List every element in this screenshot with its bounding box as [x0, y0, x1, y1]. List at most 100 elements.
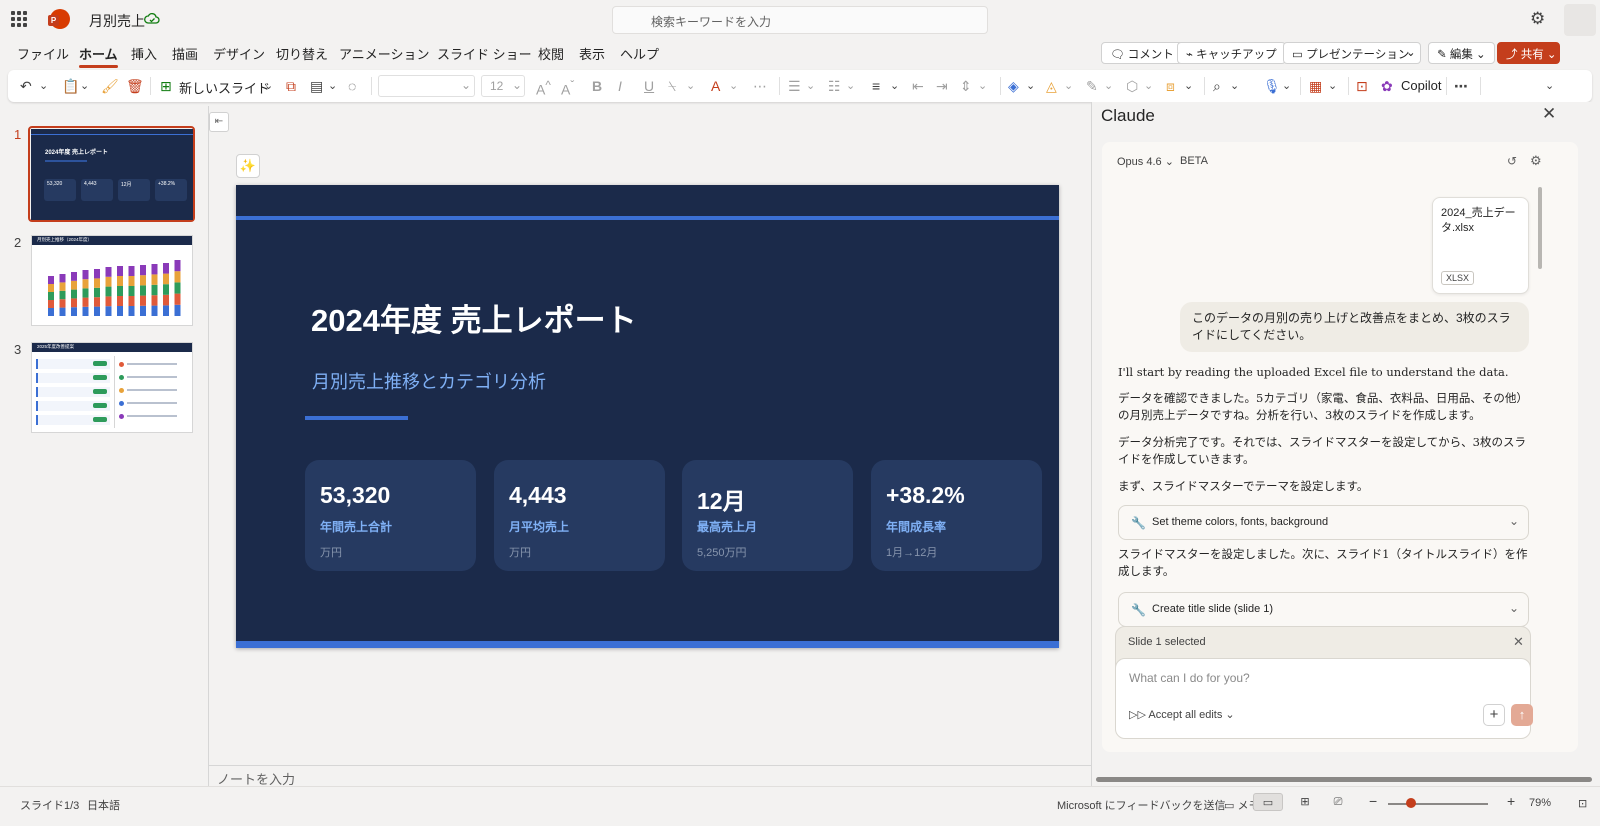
zoom-slider-thumb[interactable] [1406, 798, 1416, 808]
highlight-dropdown-icon[interactable]: ⌄ [686, 77, 695, 95]
app-launcher-icon[interactable] [11, 11, 27, 27]
comment-button[interactable]: 🗨 コメント [1101, 42, 1183, 64]
zoom-out-icon[interactable]: − [1369, 793, 1377, 809]
arrange-icon[interactable]: ⧈ [1166, 77, 1175, 95]
document-title[interactable]: 月別売上 [89, 11, 145, 31]
slide-title[interactable]: 2024年度 売上レポート [311, 295, 637, 340]
underline-icon[interactable]: U [644, 77, 654, 95]
kpi-card[interactable]: +38.2% 年間成長率 1月→12月 [871, 460, 1042, 571]
slide-sorter-view-icon[interactable]: ⊞ [1290, 793, 1320, 811]
more-font-options-icon[interactable]: ⋯ [753, 77, 767, 95]
copilot-button[interactable]: Copilot [1401, 78, 1441, 93]
tab-help[interactable]: ヘルプ [620, 44, 659, 63]
collapse-thumbnails-icon[interactable]: ⇤ [209, 112, 229, 132]
bold-icon[interactable]: B [592, 77, 602, 95]
new-slide-button[interactable]: 新しいスライド [179, 78, 270, 97]
present-button[interactable]: ▭ プレゼンテーション ⌄ [1283, 42, 1421, 64]
shape-outline-dropdown-icon[interactable]: ⌄ [1104, 77, 1113, 95]
shape-effects-dropdown-icon[interactable]: ⌄ [1144, 77, 1153, 95]
line-spacing-icon[interactable]: ⇕ [960, 77, 972, 95]
add-in-dropdown-icon[interactable]: ⌄ [1328, 77, 1337, 95]
feedback-link[interactable]: Microsoft にフィードバックを送信 [1057, 797, 1225, 813]
hide-slide-icon[interactable]: ◌ [348, 77, 356, 95]
tab-slideshow[interactable]: スライド ショー [437, 44, 532, 63]
ribbon-expand-chevron-icon[interactable]: ⌄ [1545, 77, 1554, 95]
zoom-level[interactable]: 79% [1529, 797, 1551, 809]
settings-gear-icon[interactable]: ⚙ [1530, 153, 1542, 169]
numbering-icon[interactable]: ☷ [828, 77, 841, 95]
paste-icon[interactable]: 📋 [62, 77, 79, 95]
chat-scrollbar[interactable] [1538, 187, 1542, 269]
attached-file-card[interactable]: 2024_売上データ.xlsx XLSX [1432, 197, 1529, 294]
search-input[interactable]: 検索キーワードを入力 [612, 6, 988, 34]
tab-home[interactable]: ホーム [79, 44, 118, 68]
copilot-icon[interactable]: ✿ [1381, 77, 1393, 95]
undo-icon[interactable]: ↶ [20, 77, 32, 95]
decrease-font-icon[interactable]: Aˇ [561, 77, 574, 98]
pane-divider[interactable] [208, 106, 209, 786]
font-size-dropdown[interactable]: 12 ⌄ [481, 75, 525, 97]
highlight-icon[interactable]: ⍀ [668, 77, 676, 95]
present-chevron-icon[interactable]: ⌄ [1406, 45, 1416, 59]
font-color-dropdown-icon[interactable]: ⌄ [729, 77, 738, 95]
tool-call-card[interactable]: 🔧 Create title slide (slide 1) ⌄ [1118, 592, 1529, 627]
layout-dropdown-icon[interactable]: ⌄ [328, 77, 337, 95]
slide-subtitle[interactable]: 月別売上推移とカテゴリ分析 [312, 368, 546, 394]
catchup-button[interactable]: ⌁ キャッチアップ [1177, 42, 1286, 64]
designer-sparkle-icon[interactable]: ✨ [236, 154, 260, 178]
tab-design[interactable]: デザイン [213, 44, 265, 63]
tab-animations[interactable]: アニメーション [339, 44, 429, 63]
model-selector[interactable]: Opus 4.6 ⌄ [1117, 155, 1174, 168]
reuse-slide-icon[interactable]: ⧉ [286, 77, 296, 95]
chevron-down-icon[interactable]: ⌄ [1509, 514, 1519, 528]
undo-dropdown-icon[interactable]: ⌄ [39, 77, 48, 95]
avatar[interactable] [1564, 4, 1596, 36]
new-slide-icon[interactable]: ⊞ [160, 77, 172, 95]
dictate-dropdown-icon[interactable]: ⌄ [1282, 77, 1291, 95]
edit-mode-button[interactable]: ✎ 編集 ⌄ [1428, 42, 1495, 64]
shape-effects-icon[interactable]: ⬡ [1126, 77, 1138, 95]
settings-gear-icon[interactable]: ⚙ [1530, 10, 1548, 28]
italic-icon[interactable]: I [618, 77, 622, 95]
font-color-icon[interactable]: A [711, 77, 720, 95]
notes-input[interactable]: ノートを入力 [209, 765, 1091, 787]
designer-icon[interactable]: ⊡ [1356, 77, 1368, 95]
language-status[interactable]: 日本語 [87, 797, 120, 813]
normal-view-icon[interactable]: ▭ [1253, 793, 1283, 811]
shape-fill-dropdown-icon[interactable]: ⌄ [1064, 77, 1073, 95]
slide-thumbnail-2[interactable]: 月別売上推移（2024年度） [31, 235, 193, 326]
accept-all-edits-toggle[interactable]: ▷▷ Accept all edits ⌄ [1129, 708, 1235, 721]
history-icon[interactable]: ↺ [1507, 154, 1517, 168]
paste-dropdown-icon[interactable]: ⌄ [80, 77, 89, 95]
numbering-dropdown-icon[interactable]: ⌄ [846, 77, 855, 95]
delete-icon[interactable]: 🗑 [126, 77, 144, 95]
tab-review[interactable]: 校閲 [538, 44, 564, 63]
shape-outline-icon[interactable]: ✎ [1086, 77, 1098, 95]
cloud-saved-icon[interactable] [144, 11, 160, 27]
shapes-icon[interactable]: ◈ [1008, 77, 1019, 95]
format-painter-icon[interactable]: 🖌 [101, 77, 119, 95]
slide-thumbnail-3[interactable]: 2025年度改善提案 [31, 342, 193, 433]
bullets-icon[interactable]: ☰ [788, 77, 801, 95]
share-button[interactable]: ⤴ 共有 ⌄ [1497, 42, 1560, 64]
chevron-down-icon[interactable]: ⌄ [1509, 601, 1519, 615]
font-family-dropdown[interactable]: ⌄ [378, 75, 475, 97]
clear-selection-icon[interactable]: ✕ [1513, 634, 1524, 650]
add-in-grid-icon[interactable]: ▦ [1309, 77, 1322, 95]
tab-insert[interactable]: 挿入 [131, 44, 157, 63]
kpi-card[interactable]: 4,443 月平均売上 万円 [494, 460, 665, 571]
line-spacing-dropdown-icon[interactable]: ⌄ [978, 77, 987, 95]
shapes-dropdown-icon[interactable]: ⌄ [1026, 77, 1035, 95]
fit-to-window-icon[interactable]: ⊡ [1578, 797, 1587, 810]
tab-view[interactable]: 表示 [579, 44, 605, 63]
presenter-view-icon[interactable]: ⎚ [1323, 793, 1353, 811]
find-icon[interactable]: ⌕ [1213, 77, 1221, 95]
new-slide-dropdown-icon[interactable]: ⌄ [264, 77, 273, 95]
zoom-slider-track[interactable] [1388, 803, 1488, 805]
bullets-dropdown-icon[interactable]: ⌄ [806, 77, 815, 95]
kpi-card[interactable]: 12月 最高売上月 5,250万円 [682, 460, 853, 571]
slide-canvas[interactable]: 2024年度 売上レポート 月別売上推移とカテゴリ分析 53,320 年間売上合… [236, 185, 1059, 648]
zoom-in-icon[interactable]: + [1507, 793, 1515, 809]
add-attachment-button[interactable]: + [1483, 704, 1505, 726]
align-dropdown-icon[interactable]: ⌄ [890, 77, 899, 95]
